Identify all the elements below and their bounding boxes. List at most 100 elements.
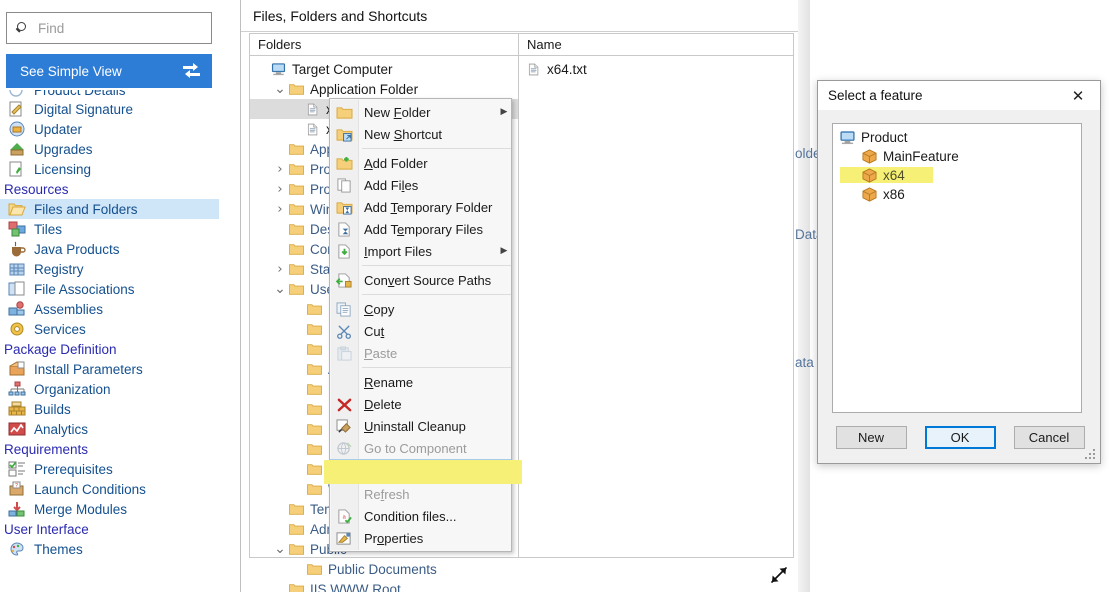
sidebar-item-java-products[interactable]: Java Products xyxy=(0,239,219,259)
themes-palette-icon xyxy=(8,541,27,558)
menu-item-add-files[interactable]: Add Files xyxy=(330,174,511,196)
copy-icon xyxy=(330,299,358,319)
sidebar-item-label: Assemblies xyxy=(34,301,104,317)
sidebar-item-updater[interactable]: Updater xyxy=(0,119,219,139)
sidebar-item-upgrades[interactable]: Upgrades xyxy=(0,139,219,159)
tree-row[interactable]: IIS WWW Root xyxy=(250,579,518,592)
submenu-arrow-icon: ▶ xyxy=(500,246,508,256)
menu-item-label: New Folder xyxy=(364,104,431,120)
chevron-down-icon[interactable]: ⌄ xyxy=(272,81,288,97)
sidebar-item-tiles[interactable]: Tiles xyxy=(0,219,219,239)
left-sidebar: See Simple View Product Details Digital … xyxy=(0,0,219,592)
folder-icon xyxy=(306,442,323,456)
file-list[interactable]: x64.txt xyxy=(519,56,793,79)
sidebar-item-label: Registry xyxy=(34,261,84,277)
menu-item-add-temporary-files[interactable]: Add Temporary Files xyxy=(330,218,511,240)
close-icon[interactable]: ✕ xyxy=(1058,82,1098,110)
names-column-header: Name xyxy=(519,34,793,56)
menu-item-refresh[interactable]: Refresh xyxy=(330,483,511,505)
sidebar-item-install-parameters[interactable]: Install Parameters xyxy=(0,359,219,379)
feature-tree-row[interactable]: MainFeature xyxy=(833,147,1081,166)
sidebar-item-organization[interactable]: Organization xyxy=(0,379,219,399)
folder-icon xyxy=(288,182,305,196)
feature-tree-row[interactable]: x86 xyxy=(833,185,1081,204)
chevron-right-icon[interactable]: › xyxy=(272,202,288,217)
list-item[interactable]: x64.txt xyxy=(519,59,793,79)
menu-item-delete[interactable]: Delete xyxy=(330,393,511,415)
app-root: See Simple View Product Details Digital … xyxy=(0,0,1109,592)
menu-item-cut[interactable]: Cut xyxy=(330,320,511,342)
menu-item-new-folder[interactable]: New Folder ▶ xyxy=(330,101,511,123)
menu-item-properties[interactable]: Properties xyxy=(330,527,511,549)
sidebar-item-builds[interactable]: Builds xyxy=(0,399,219,419)
cancel-button[interactable]: Cancel xyxy=(1013,426,1085,449)
see-simple-view-button[interactable]: See Simple View xyxy=(6,54,212,88)
sidebar-item-merge-modules[interactable]: Merge Modules xyxy=(0,499,219,519)
import-files-icon xyxy=(330,241,358,261)
menu-item-add-folder[interactable]: Add Folder xyxy=(330,152,511,174)
menu-separator xyxy=(362,367,511,368)
text-file-icon xyxy=(306,122,321,137)
folder-icon xyxy=(288,222,305,236)
tree-row[interactable]: Target Computer xyxy=(250,59,518,79)
go-to-component-icon xyxy=(330,438,358,458)
folder-icon xyxy=(288,242,305,256)
menu-item-convert-source-paths[interactable]: Convert Source Paths xyxy=(330,269,511,291)
menu-item-copy[interactable]: Copy xyxy=(330,298,511,320)
sidebar-item-assemblies[interactable]: Assemblies xyxy=(0,299,219,319)
folder-icon xyxy=(306,482,323,496)
menu-item-uninstall-cleanup[interactable]: Uninstall Cleanup xyxy=(330,415,511,437)
sidebar-item-prerequisites[interactable]: Prerequisites xyxy=(0,459,219,479)
feature-tree-row[interactable]: x64 xyxy=(833,166,1081,185)
resize-grip[interactable] xyxy=(1085,449,1096,460)
search-input[interactable] xyxy=(36,19,203,37)
new-button[interactable]: New xyxy=(835,426,907,449)
menu-item-paste[interactable]: Paste xyxy=(330,342,511,364)
sidebar-item-label: Tiles xyxy=(34,221,63,237)
search-box[interactable] xyxy=(6,12,212,44)
tree-row-label: Public Documents xyxy=(328,561,437,577)
chevron-down-icon[interactable]: ⌄ xyxy=(272,541,288,557)
menu-item-condition-files[interactable]: a Condition files... xyxy=(330,505,511,527)
sidebar-item-analytics[interactable]: Analytics xyxy=(0,419,219,439)
sidebar-item-services[interactable]: Services xyxy=(0,319,219,339)
feature-box-icon xyxy=(861,148,879,165)
sidebar-item-file-associations[interactable]: File Associations xyxy=(0,279,219,299)
sidebar-item-themes[interactable]: Themes xyxy=(0,539,219,559)
sidebar-item-label: Licensing xyxy=(34,161,92,177)
folder-icon xyxy=(288,202,305,216)
chevron-down-icon[interactable]: ⌄ xyxy=(272,281,288,297)
feature-tree-row[interactable]: Product xyxy=(833,128,1081,147)
files-folders-pane: Files, Folders and Shortcuts Folders Tar… xyxy=(240,0,799,592)
feature-tree-label: x64 xyxy=(883,168,905,183)
sidebar-group-requirements: Requirements xyxy=(4,442,89,457)
menu-item-move-to-feature[interactable]: Move To Feature xyxy=(324,459,522,484)
sidebar-item-registry[interactable]: Registry xyxy=(0,259,219,279)
feature-box-icon xyxy=(861,167,879,184)
sidebar-item-launch-conditions[interactable]: ? Launch Conditions xyxy=(0,479,219,499)
signature-icon xyxy=(8,101,27,118)
chevron-right-icon[interactable]: › xyxy=(272,182,288,197)
chevron-right-icon[interactable]: › xyxy=(272,162,288,177)
sidebar-item-licensing[interactable]: Licensing xyxy=(0,159,219,179)
menu-item-add-temporary-folder[interactable]: Add Temporary Folder xyxy=(330,196,511,218)
sidebar-item-label: Upgrades xyxy=(34,141,93,157)
sidebar-item-product-details[interactable]: Product Details xyxy=(0,90,219,99)
delete-x-icon xyxy=(330,394,358,414)
feature-tree[interactable]: Product MainFeature x64 x86 xyxy=(832,123,1082,413)
sidebar-nav-list: Product Details Digital Signature Updater… xyxy=(0,90,219,592)
tree-row[interactable]: ⌄ Application Folder xyxy=(250,79,518,99)
menu-item-import-files[interactable]: Import Files ▶ xyxy=(330,240,511,262)
sidebar-item-files-and-folders[interactable]: Files and Folders xyxy=(0,199,219,219)
context-menu[interactable]: New Folder ▶ New Shortcut Add Folder Add Fil… xyxy=(324,98,522,552)
menu-item-rename[interactable]: Rename xyxy=(330,371,511,393)
menu-item-go-to-component[interactable]: Go to Component xyxy=(330,437,511,459)
chevron-right-icon[interactable]: › xyxy=(272,262,288,277)
sidebar-item-digital-signature[interactable]: Digital Signature xyxy=(0,99,219,119)
folder-icon xyxy=(288,82,305,96)
folder-icon xyxy=(288,522,305,536)
menu-item-new-shortcut[interactable]: New Shortcut xyxy=(330,123,511,145)
ok-button[interactable]: OK xyxy=(924,426,996,449)
tree-row[interactable]: Public Documents xyxy=(250,559,518,579)
registry-icon xyxy=(8,261,27,278)
